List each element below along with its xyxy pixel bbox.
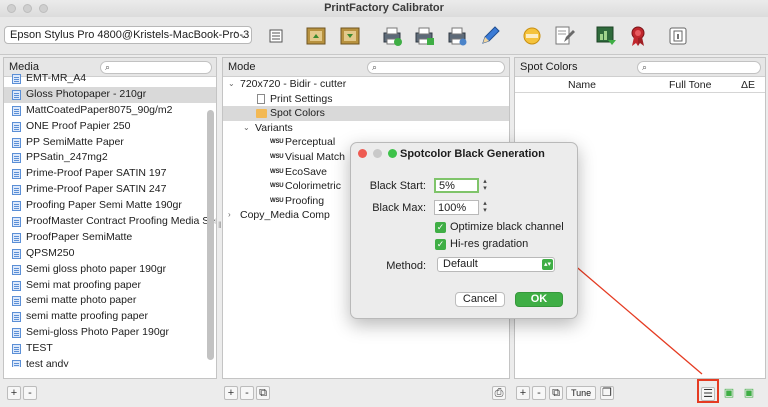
chevron-updown-icon: ▴▾: [542, 259, 553, 270]
black-max-input[interactable]: [434, 200, 479, 215]
black-start-stepper[interactable]: ▴ ▾: [481, 178, 489, 193]
method-label: Method:: [386, 260, 426, 272]
method-select-value: Default: [443, 258, 478, 270]
hires-gradation-checkbox[interactable]: ✓ Hi-res gradation: [435, 238, 575, 251]
checkmark-icon: ✓: [435, 239, 446, 250]
optimize-black-checkbox[interactable]: ✓ Optimize black channel: [435, 221, 575, 234]
spotcolor-black-generation-dialog: Spotcolor Black Generation Black Start: …: [350, 142, 578, 319]
black-max-label: Black Max:: [372, 202, 426, 214]
optimize-black-label: Optimize black channel: [450, 221, 564, 233]
dialog-title: Spotcolor Black Generation: [400, 148, 545, 160]
black-start-input[interactable]: [434, 178, 479, 193]
black-max-stepper[interactable]: ▴ ▾: [481, 200, 489, 215]
checkmark-icon: ✓: [435, 222, 446, 233]
cancel-button[interactable]: Cancel: [455, 292, 505, 307]
ok-button[interactable]: OK: [515, 292, 563, 307]
black-start-label: Black Start:: [369, 180, 426, 192]
method-select[interactable]: Default ▴▾: [437, 257, 555, 272]
hires-gradation-label: Hi-res gradation: [450, 238, 529, 250]
